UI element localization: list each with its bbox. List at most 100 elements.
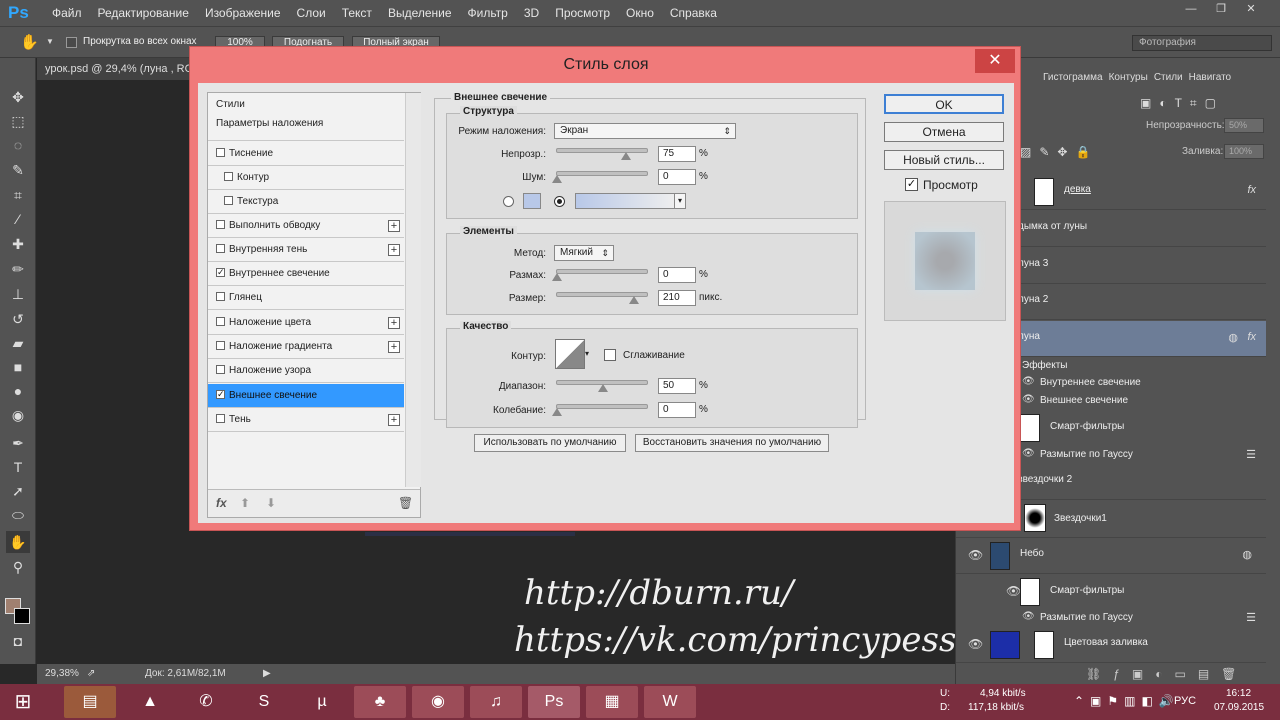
size-input[interactable]: 210 [658, 290, 696, 306]
healing-tool-icon[interactable]: ✚ [6, 233, 30, 255]
style-item-inner-shadow[interactable]: Внутренняя тень + [208, 238, 404, 262]
ok-button[interactable]: OK [884, 94, 1004, 114]
eye-icon[interactable]: 👁 [1022, 394, 1035, 405]
satin-checkbox[interactable] [216, 291, 225, 301]
inner-glow-checkbox-checked[interactable]: ✓ [216, 267, 225, 277]
pattern-overlay-checkbox[interactable] [216, 364, 225, 374]
eraser-tool-icon[interactable]: ▰ [6, 332, 30, 354]
drop-shadow-checkbox[interactable] [216, 413, 225, 423]
tool-preset-chevron-icon[interactable]: ▼ [46, 37, 54, 46]
emboss-checkbox[interactable] [216, 147, 225, 157]
viber-icon[interactable]: ✆ [180, 686, 232, 718]
filter-options-icon[interactable]: ☰ [1246, 448, 1256, 461]
menu-window[interactable]: Окно [618, 0, 662, 26]
styles-scrollbar[interactable] [405, 93, 421, 487]
network-app-icon[interactable]: ▦ [586, 686, 638, 718]
style-item-inner-glow[interactable]: ✓ Внутреннее свечение [208, 262, 404, 286]
export-icon[interactable]: ⇗ [87, 664, 95, 684]
fx-icon[interactable]: fx [1247, 184, 1256, 196]
menu-image[interactable]: Изображение [197, 0, 289, 26]
color-overlay-checkbox[interactable] [216, 316, 225, 326]
jitter-slider-thumb[interactable] [552, 408, 562, 416]
add-drop-shadow-plus-icon[interactable]: + [388, 414, 400, 426]
fx-menu-icon[interactable]: fx [216, 496, 227, 510]
eye-icon[interactable]: 👁 [1022, 448, 1035, 459]
quick-mask-icon[interactable]: ◘ [6, 630, 30, 652]
jitter-input[interactable]: 0 [658, 402, 696, 418]
add-stroke-plus-icon[interactable]: + [388, 220, 400, 232]
jitter-slider[interactable] [556, 404, 648, 409]
history-brush-tool-icon[interactable]: ↺ [6, 308, 30, 330]
workspace-select[interactable]: Фотография [1132, 35, 1272, 51]
move-up-icon[interactable]: ⬆ [240, 496, 250, 510]
app-triangle-icon[interactable]: ▲ [124, 686, 176, 718]
contour-dropdown-icon[interactable]: ▾ [585, 339, 593, 369]
lasso-tool-icon[interactable]: ◌ [6, 134, 30, 156]
make-default-button[interactable]: Использовать по умолчанию [474, 434, 626, 452]
word-icon[interactable]: W [644, 686, 696, 718]
minimize-button[interactable]: — [1176, 0, 1206, 18]
zoom-level[interactable]: 29,38% [45, 664, 79, 684]
zoom-tool-icon[interactable]: ⚲ [6, 556, 30, 578]
explorer-icon[interactable]: ▤ [64, 686, 116, 718]
marquee-tool-icon[interactable]: ⬚ [6, 110, 30, 132]
reset-default-button[interactable]: Восстановить значения по умолчанию [635, 434, 829, 452]
clock-time[interactable]: 16:12 [1226, 688, 1251, 699]
blur-tool-icon[interactable]: ● [6, 380, 30, 402]
close-app-button[interactable]: ✕ [1236, 0, 1266, 18]
dodge-tool-icon[interactable]: ◉ [6, 404, 30, 426]
style-item-color-overlay[interactable]: Наложение цвета + [208, 311, 404, 335]
fill-input[interactable]: 100% [1224, 144, 1264, 159]
trash-icon[interactable]: 🗑 [398, 496, 413, 510]
eye-icon[interactable]: 👁 [1022, 376, 1035, 387]
hand-tool-active-icon[interactable]: ✋ [6, 531, 30, 553]
opacity-slider[interactable] [556, 148, 648, 153]
opacity-input[interactable]: 75 [658, 146, 696, 162]
eye-icon[interactable]: 👁 [968, 637, 983, 651]
tray-icons[interactable]: ⌃▣⚑▥◧🔊 [1074, 694, 1180, 708]
tab-paths[interactable]: Контуры [1106, 70, 1151, 86]
menu-3d[interactable]: 3D [516, 0, 547, 26]
range-input[interactable]: 50 [658, 378, 696, 394]
quick-select-tool-icon[interactable]: ✎ [6, 159, 30, 181]
spread-input[interactable]: 0 [658, 267, 696, 283]
filter-options-icon[interactable]: ☰ [1246, 611, 1256, 624]
add-color-overlay-plus-icon[interactable]: + [388, 317, 400, 329]
outer-glow-checkbox-checked[interactable]: ✓ [216, 389, 225, 399]
skype-icon[interactable]: S [238, 686, 290, 718]
style-item-stroke[interactable]: Выполнить обводку + [208, 214, 404, 238]
stroke-checkbox[interactable] [216, 219, 225, 229]
gradient-radio-selected[interactable] [554, 196, 565, 207]
clock-date[interactable]: 07.09.2015 [1214, 702, 1264, 713]
status-menu-arrow-icon[interactable]: ▶ [263, 664, 271, 684]
tab-styles[interactable]: Стили [1151, 70, 1186, 86]
style-item-pattern-overlay[interactable]: Наложение узора [208, 359, 404, 383]
menu-filter[interactable]: Фильтр [460, 0, 516, 26]
smart-filters-row-2[interactable]: 👁 Смарт-фильтры [956, 574, 1266, 610]
type-tool-icon[interactable]: T [6, 456, 30, 478]
layer-row-sky[interactable]: 👁 Небо ◍ [956, 538, 1266, 574]
style-item-texture[interactable]: Текстура [208, 190, 404, 214]
clover-icon[interactable]: ♣ [354, 686, 406, 718]
hand-tool-icon[interactable]: ✋ [20, 33, 39, 51]
tab-histogram[interactable]: Гистограмма [1040, 70, 1106, 86]
contour-picker[interactable] [555, 339, 585, 369]
layer-filter-icons[interactable]: ▣◐T⌗▢ [1140, 96, 1270, 111]
photoshop-taskbar-icon[interactable]: Ps [528, 686, 580, 718]
menu-select[interactable]: Выделение [380, 0, 460, 26]
chrome-icon[interactable]: ◉ [412, 686, 464, 718]
dialog-close-button[interactable]: ✕ [975, 49, 1015, 73]
eyedropper-tool-icon[interactable]: ⁄ [6, 208, 30, 230]
menu-edit[interactable]: Редактирование [90, 0, 197, 26]
spread-slider[interactable] [556, 269, 648, 274]
noise-slider[interactable] [556, 171, 648, 176]
scroll-all-checkbox[interactable] [66, 37, 77, 48]
pen-tool-icon[interactable]: ✒ [6, 432, 30, 454]
add-inner-shadow-plus-icon[interactable]: + [388, 244, 400, 256]
gradient-overlay-checkbox[interactable] [216, 340, 225, 350]
menu-layers[interactable]: Слои [289, 0, 334, 26]
move-down-icon[interactable]: ⬇ [266, 496, 276, 510]
range-slider-thumb[interactable] [598, 384, 608, 392]
windows-start-icon[interactable]: ⊞ [0, 686, 46, 718]
menu-view[interactable]: Просмотр [547, 0, 618, 26]
